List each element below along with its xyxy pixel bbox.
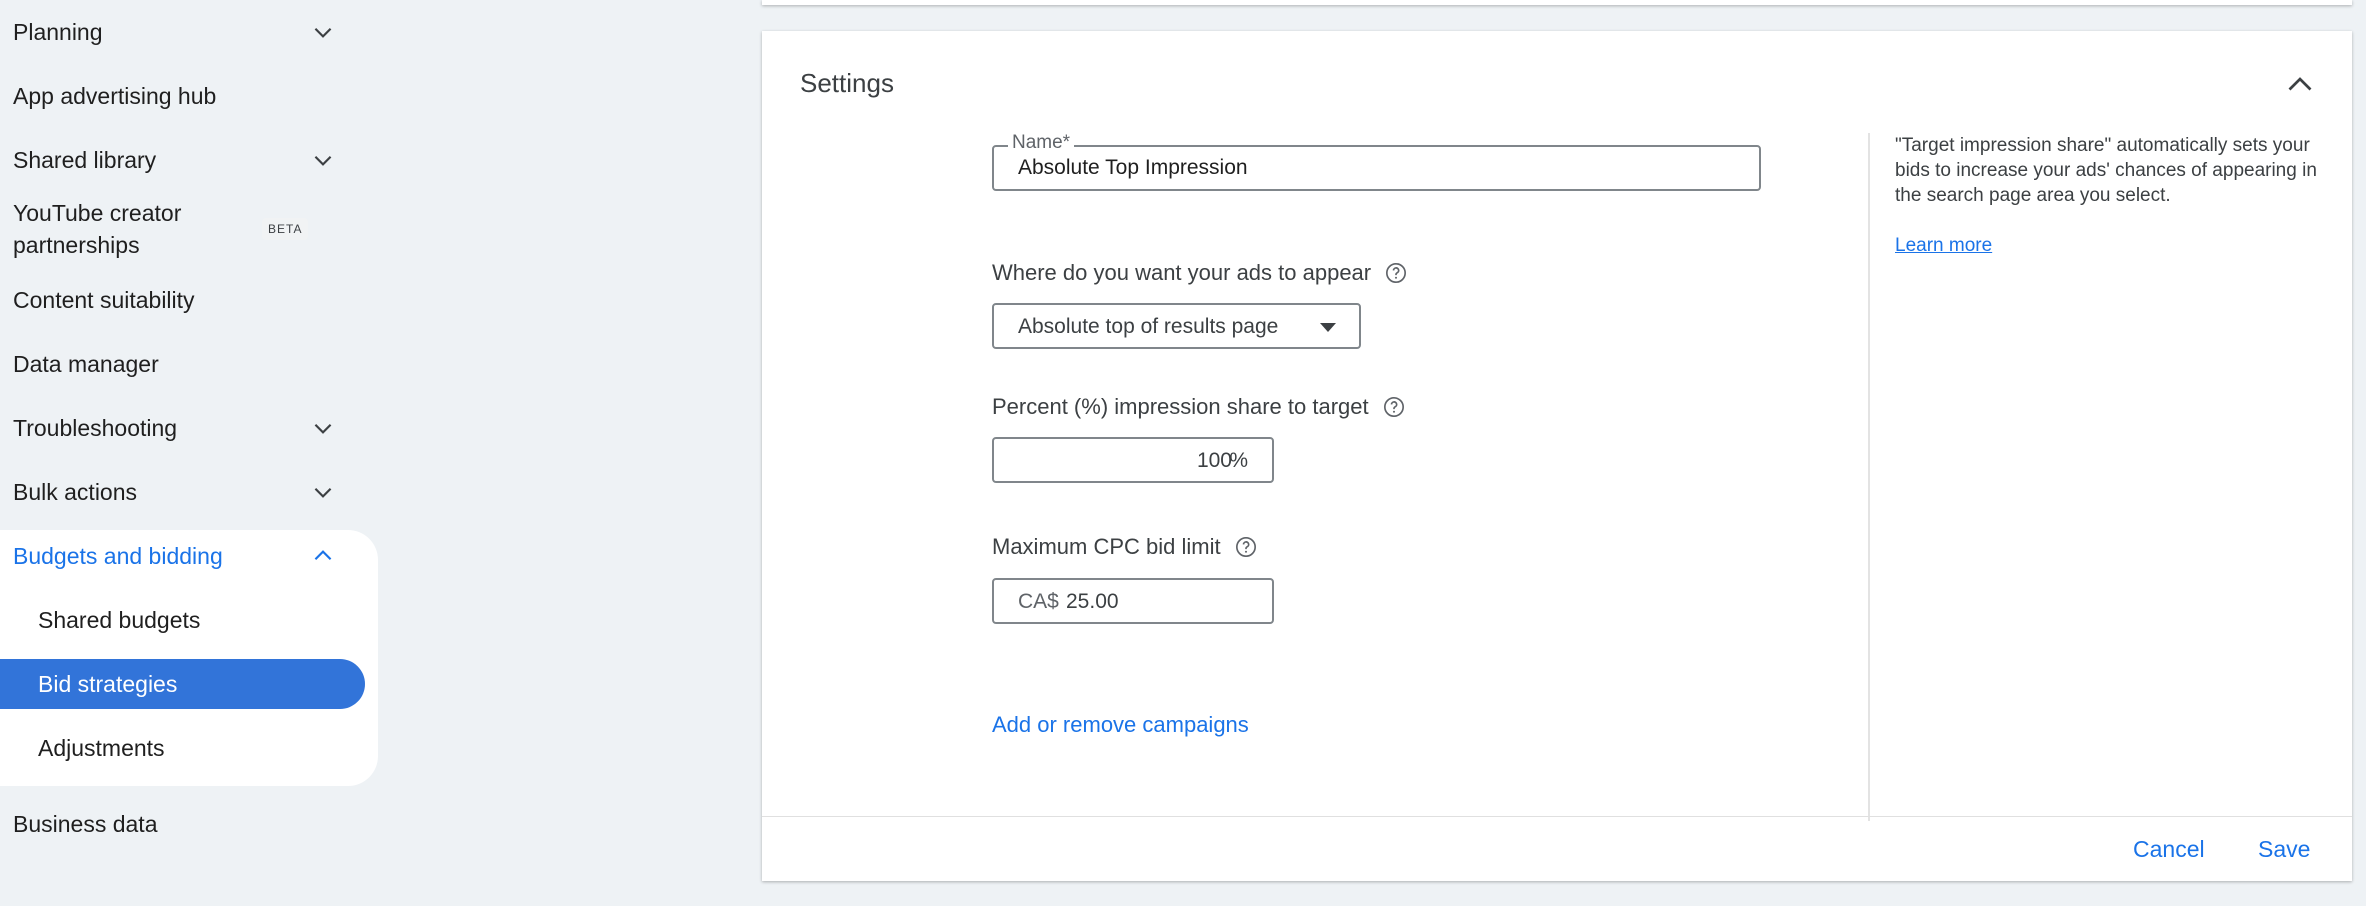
sidebar-item-label: Bulk actions — [13, 478, 138, 505]
sidebar-item-business-data[interactable]: Business data — [0, 806, 350, 842]
cancel-button[interactable]: Cancel — [2133, 836, 2205, 863]
sidebar-item-troubleshooting[interactable]: Troubleshooting — [0, 410, 350, 446]
save-button[interactable]: Save — [2258, 836, 2310, 863]
sidebar-item-label: Troubleshooting — [13, 414, 178, 441]
percent-label-row: Percent (%) impression share to target — [992, 394, 1405, 420]
add-remove-campaigns-link[interactable]: Add or remove campaigns — [992, 712, 1249, 738]
footer-divider — [762, 816, 2352, 817]
dropdown-selected-value: Absolute top of results page — [1018, 315, 1279, 338]
where-label-row: Where do you want your ads to appear — [992, 260, 1407, 286]
sidebar-item-label: Bid strategies — [38, 670, 178, 697]
help-icon[interactable] — [1383, 396, 1405, 418]
sidebar-item-content-suitability[interactable]: Content suitability — [0, 282, 350, 318]
sidebar-item-label: Data manager — [13, 350, 159, 377]
sidebar-item-label: Budgets and bidding — [13, 542, 223, 569]
sidebar-item-data-manager[interactable]: Data manager — [0, 346, 350, 382]
sidebar-item-label: YouTube creator partnerships — [13, 200, 182, 258]
percent-label: Percent (%) impression share to target — [992, 394, 1369, 419]
chevron-down-icon — [310, 479, 336, 505]
chevron-down-icon — [310, 19, 336, 45]
sidebar-item-app-advertising-hub[interactable]: App advertising hub — [0, 78, 350, 114]
sidebar-item-bid-strategies[interactable]: Bid strategies — [0, 666, 350, 702]
sidebar-item-label: Shared budgets — [38, 606, 201, 633]
sidebar-item-bulk-actions[interactable]: Bulk actions — [0, 474, 350, 510]
sidebar-item-label: Shared library — [13, 146, 157, 173]
sidebar-item-budgets-and-bidding[interactable]: Budgets and bidding — [0, 538, 350, 574]
impression-share-value: 100 — [1196, 449, 1232, 472]
vertical-divider — [1868, 133, 1870, 821]
previous-card-edge — [762, 0, 2352, 5]
learn-more-link[interactable]: Learn more — [1895, 235, 1992, 257]
where-label: Where do you want your ads to appear — [992, 260, 1372, 285]
help-icon[interactable] — [1385, 262, 1407, 284]
currency-prefix: CA$ — [1018, 590, 1059, 613]
sidebar-item-shared-library[interactable]: Shared library — [0, 142, 350, 178]
settings-card: Settings Name* Absolute Top Impression W… — [762, 31, 2352, 881]
name-field-value: Absolute Top Impression — [1018, 156, 1248, 179]
sidebar-item-adjustments[interactable]: Adjustments — [0, 730, 350, 766]
sidebar: Planning App advertising hub Shared libr… — [0, 0, 380, 906]
help-description: "Target impression share" automatically … — [1895, 135, 2317, 206]
dropdown-arrow-icon — [1320, 323, 1336, 332]
ad-location-dropdown[interactable]: Absolute top of results page — [992, 303, 1361, 349]
percent-suffix: % — [1229, 449, 1248, 472]
max-cpc-input[interactable]: CA$ 25.00 — [992, 578, 1274, 624]
chevron-down-icon — [310, 147, 336, 173]
beta-badge: BETA — [262, 218, 309, 240]
chevron-up-icon — [310, 543, 336, 569]
card-title: Settings — [800, 68, 894, 98]
sidebar-item-label: Planning — [13, 18, 103, 45]
sidebar-item-shared-budgets[interactable]: Shared budgets — [0, 602, 350, 638]
sidebar-item-label: Content suitability — [13, 286, 195, 313]
help-icon[interactable] — [1235, 536, 1257, 558]
collapse-button[interactable] — [2282, 67, 2318, 103]
chevron-up-icon — [2288, 77, 2312, 91]
chevron-down-icon — [310, 415, 336, 441]
cpc-label: Maximum CPC bid limit — [992, 534, 1221, 559]
name-field[interactable]: Name* Absolute Top Impression — [992, 132, 1761, 191]
cpc-label-row: Maximum CPC bid limit — [992, 534, 1257, 560]
sidebar-item-label: Business data — [13, 810, 158, 837]
impression-share-input[interactable]: 100 % — [992, 437, 1274, 483]
sidebar-item-label: App advertising hub — [13, 82, 217, 109]
max-cpc-value: 25.00 — [1066, 590, 1119, 613]
sidebar-item-label: Adjustments — [38, 734, 165, 761]
name-field-label: Name* — [1008, 132, 1075, 154]
sidebar-item-planning[interactable]: Planning — [0, 14, 350, 50]
